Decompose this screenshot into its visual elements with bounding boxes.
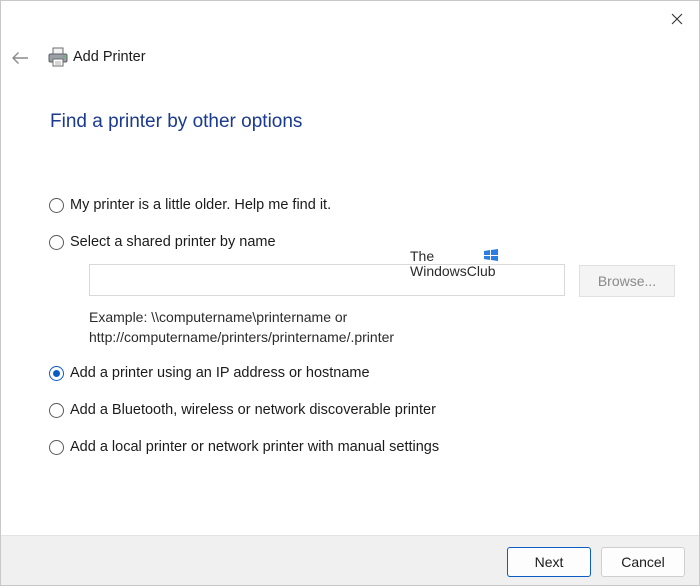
- option-label: Add a printer using an IP address or hos…: [70, 365, 370, 381]
- example-line-2: http://computername/printers/printername…: [89, 329, 395, 345]
- radio-local-manual[interactable]: [49, 439, 64, 455]
- radio-shared-printer[interactable]: [49, 234, 64, 250]
- windowsclub-logo-icon: [484, 249, 498, 261]
- browse-button[interactable]: Browse...: [579, 265, 675, 297]
- option-label: Add a local printer or network printer w…: [70, 439, 440, 455]
- watermark-line-1: The: [410, 248, 435, 264]
- watermark: The WindowsClub: [410, 249, 496, 279]
- page-heading: Find a printer by other options: [50, 111, 303, 132]
- option-local-manual[interactable]: Add a local printer or network printer w…: [49, 439, 439, 455]
- example-line-1: Example: \\computername\printername or: [89, 309, 348, 325]
- dialog-footer: Next Cancel: [1, 535, 699, 585]
- option-label: Select a shared printer by name: [70, 234, 276, 250]
- option-shared-printer[interactable]: Select a shared printer by name: [49, 234, 276, 250]
- window-title: Add Printer: [73, 49, 146, 65]
- watermark-line-2: WindowsClub: [410, 263, 496, 279]
- printer-icon: [48, 47, 68, 67]
- option-bluetooth-wireless[interactable]: Add a Bluetooth, wireless or network dis…: [49, 402, 436, 418]
- back-button[interactable]: [7, 45, 33, 71]
- add-printer-window: Add Printer Find a printer by other opti…: [0, 0, 700, 586]
- radio-bluetooth-wireless[interactable]: [49, 402, 64, 418]
- radio-ip-address[interactable]: [49, 365, 64, 381]
- shared-printer-example: Example: \\computername\printername or h…: [89, 307, 394, 347]
- next-button[interactable]: Next: [507, 547, 591, 577]
- radio-selected-dot: [53, 369, 60, 377]
- option-ip-address[interactable]: Add a printer using an IP address or hos…: [49, 365, 370, 381]
- close-button[interactable]: [661, 5, 693, 33]
- option-label: My printer is a little older. Help me fi…: [70, 197, 332, 213]
- close-icon: [671, 13, 683, 25]
- option-label: Add a Bluetooth, wireless or network dis…: [70, 402, 436, 418]
- option-older-printer[interactable]: My printer is a little older. Help me fi…: [49, 197, 331, 213]
- back-arrow-icon: [12, 52, 28, 64]
- cancel-button[interactable]: Cancel: [601, 547, 685, 577]
- radio-older-printer[interactable]: [49, 197, 64, 213]
